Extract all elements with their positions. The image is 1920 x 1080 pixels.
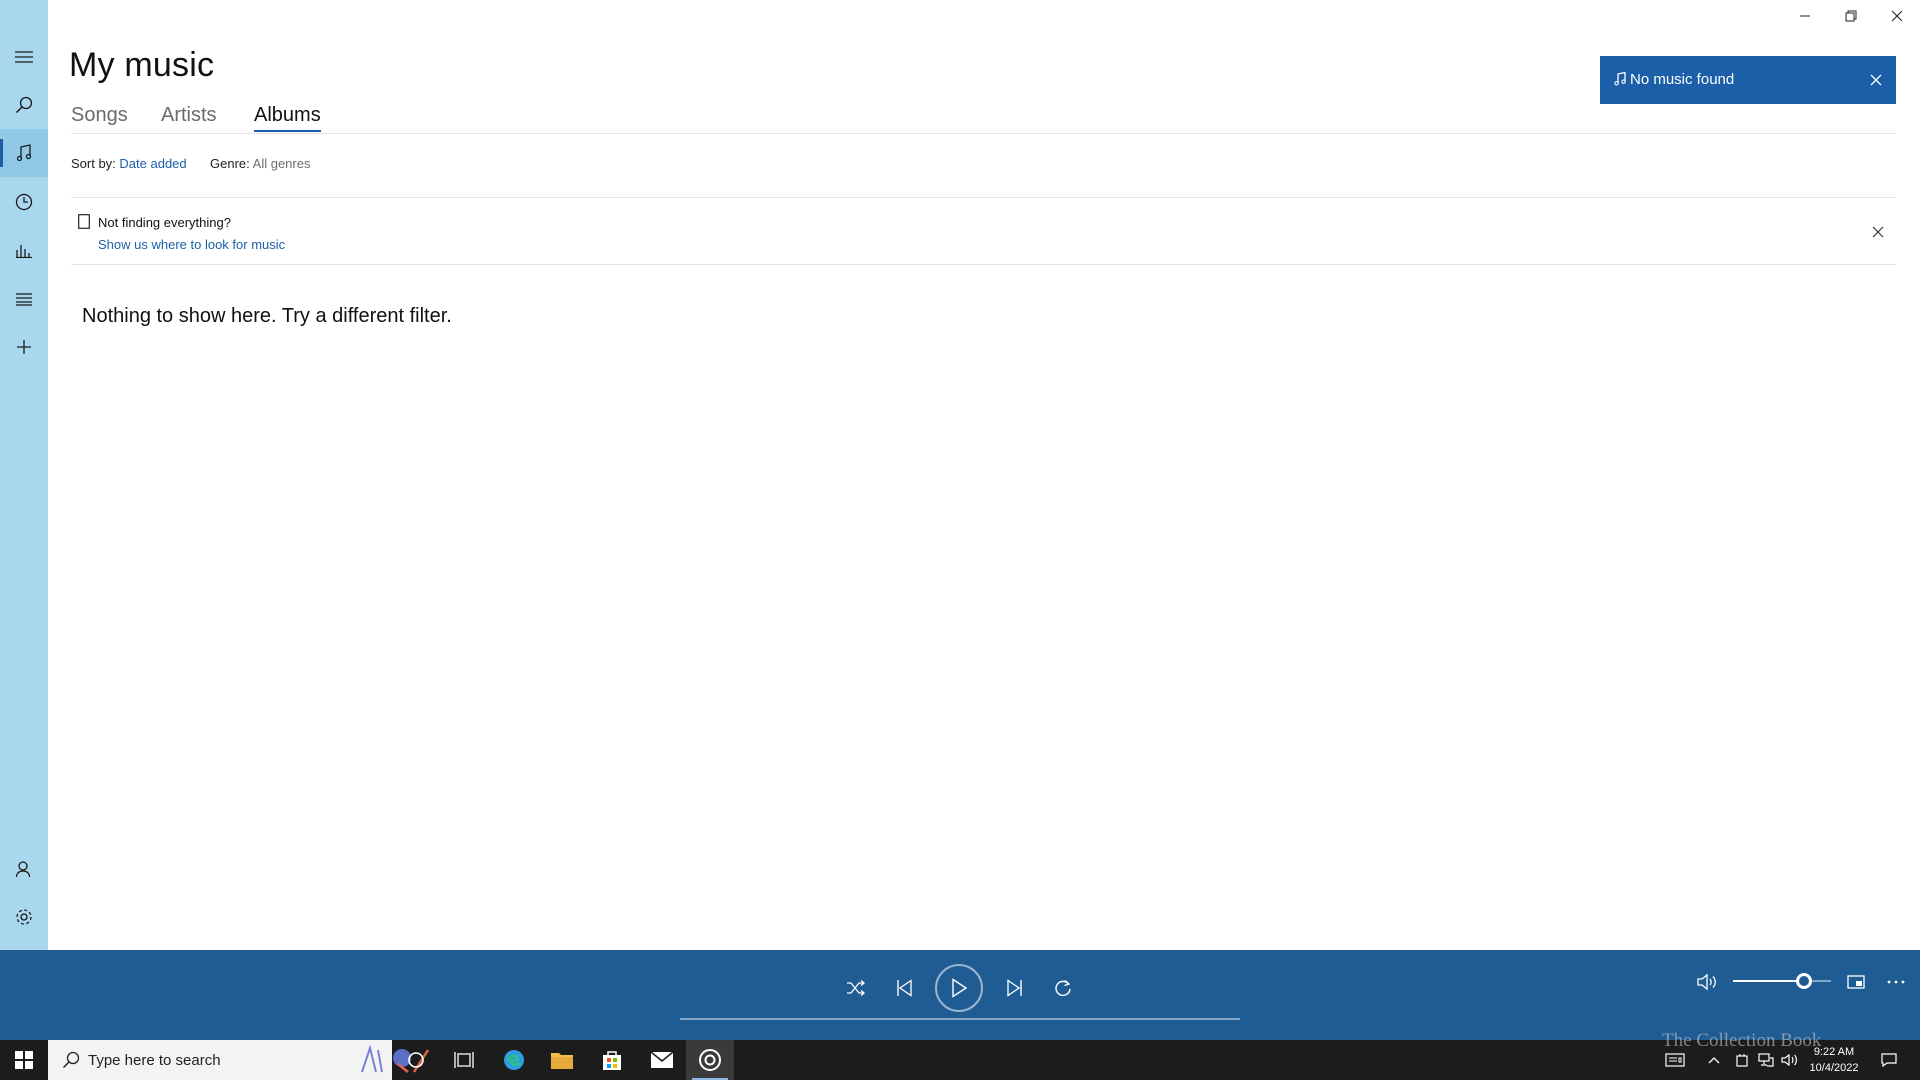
banner-title: Not finding everything? — [98, 215, 231, 230]
task-view-button[interactable] — [440, 1040, 488, 1080]
close-icon — [1872, 226, 1884, 238]
new-playlist-button[interactable] — [0, 323, 48, 371]
next-button[interactable] — [995, 968, 1035, 1008]
minimize-icon — [1800, 15, 1810, 17]
minimize-button[interactable] — [1782, 0, 1828, 32]
progress-bar[interactable] — [680, 1018, 1240, 1020]
restore-button[interactable] — [1828, 0, 1874, 32]
settings-button[interactable] — [0, 893, 48, 941]
clock-icon — [15, 193, 33, 211]
shuffle-button[interactable] — [836, 968, 876, 1008]
account-button[interactable] — [0, 845, 48, 893]
active-tab-indicator — [254, 130, 321, 132]
player-bar — [0, 950, 1920, 1040]
header-divider — [71, 133, 1896, 134]
cortana-button[interactable] — [392, 1040, 440, 1080]
genre-filter[interactable]: Genre: All genres — [210, 156, 310, 171]
volume-thumb[interactable] — [1795, 973, 1812, 989]
playlists-button[interactable] — [0, 275, 48, 323]
toast-notification: No music found — [1600, 56, 1896, 104]
groove-music-icon — [699, 1049, 721, 1071]
account-icon — [15, 861, 31, 878]
groove-music-button[interactable] — [686, 1040, 734, 1080]
volume-icon — [1697, 973, 1716, 991]
network-icon — [1758, 1053, 1774, 1067]
clock-date: 10/4/2022 — [1809, 1062, 1859, 1074]
mini-player-icon — [1847, 975, 1865, 989]
close-icon — [1891, 10, 1903, 22]
volume-fill — [1733, 980, 1804, 982]
tab-artists[interactable]: Artists — [161, 104, 217, 127]
genre-value[interactable]: All genres — [253, 156, 311, 171]
repeat-icon — [1055, 980, 1071, 997]
show-where-to-look-link[interactable]: Show us where to look for music — [98, 237, 285, 252]
tab-songs[interactable]: Songs — [71, 104, 128, 127]
cortana-icon — [408, 1052, 424, 1068]
edge-icon — [504, 1050, 524, 1070]
genre-label: Genre: — [210, 156, 250, 171]
close-icon — [1870, 74, 1882, 86]
mail-icon — [650, 1051, 674, 1068]
store-icon — [603, 1051, 621, 1070]
play-icon — [952, 978, 968, 998]
action-center-button[interactable] — [1874, 1040, 1904, 1080]
my-music-button[interactable] — [0, 129, 48, 177]
empty-state-message: Nothing to show here. Try a different fi… — [82, 305, 452, 327]
mail-button[interactable] — [638, 1040, 686, 1080]
task-view-icon — [454, 1052, 474, 1068]
sort-label: Sort by: — [71, 156, 116, 171]
search-icon — [15, 96, 33, 114]
mini-view-button[interactable] — [1836, 962, 1876, 1002]
volume-button[interactable] — [1688, 962, 1728, 1002]
taskbar-search-placeholder: Type here to search — [88, 1052, 221, 1069]
start-button[interactable] — [0, 1040, 48, 1080]
sort-value[interactable]: Date added — [119, 156, 186, 171]
search-icon — [62, 1051, 80, 1069]
folder-icon — [551, 1053, 573, 1069]
more-options-button[interactable] — [1876, 962, 1916, 1002]
store-button[interactable] — [588, 1040, 636, 1080]
bar-chart-icon — [16, 245, 32, 258]
toast-text: No music found — [1630, 71, 1735, 88]
sort-filter[interactable]: Sort by: Date added — [71, 156, 187, 171]
search-button[interactable] — [0, 81, 48, 129]
gear-icon — [16, 909, 32, 925]
playlist-icon — [16, 293, 32, 306]
news-icon — [1665, 1053, 1685, 1067]
restore-icon — [1845, 10, 1857, 22]
play-button[interactable] — [935, 964, 983, 1012]
speaker-icon — [1781, 1053, 1797, 1067]
shuffle-icon — [847, 980, 866, 996]
notification-icon — [1881, 1053, 1897, 1067]
taskbar: Type here to search 9:22 AM 10/4/2022 — [0, 1040, 1920, 1080]
close-window-button[interactable] — [1874, 0, 1920, 32]
taskbar-search-box[interactable]: Type here to search — [48, 1040, 430, 1080]
menu-icon — [15, 51, 33, 63]
previous-button[interactable] — [884, 968, 924, 1008]
usb-device-icon — [1736, 1054, 1748, 1067]
toast-close-button[interactable] — [1866, 70, 1886, 90]
document-icon — [78, 214, 90, 229]
recent-plays-button[interactable] — [0, 178, 48, 226]
banner-close-button[interactable] — [1868, 222, 1888, 242]
menu-button[interactable] — [0, 33, 48, 81]
watermark: The Collection Book — [1662, 1030, 1822, 1051]
edge-button[interactable] — [490, 1040, 538, 1080]
previous-icon — [897, 979, 912, 997]
tab-albums[interactable]: Albums — [254, 104, 321, 127]
music-note-icon — [16, 144, 32, 162]
repeat-button[interactable] — [1043, 968, 1083, 1008]
windows-logo-icon — [15, 1051, 33, 1069]
not-finding-banner: Not finding everything? Show us where to… — [71, 197, 1896, 265]
next-icon — [1007, 979, 1022, 997]
music-note-icon — [1614, 72, 1626, 86]
page-title: My music — [69, 46, 215, 84]
more-icon — [1887, 980, 1905, 984]
file-explorer-button[interactable] — [538, 1040, 586, 1080]
volume-slider[interactable] — [1733, 973, 1831, 989]
now-playing-button[interactable] — [0, 226, 48, 274]
plus-icon — [17, 340, 31, 354]
chevron-up-icon — [1708, 1057, 1720, 1064]
nav-rail — [0, 0, 48, 950]
